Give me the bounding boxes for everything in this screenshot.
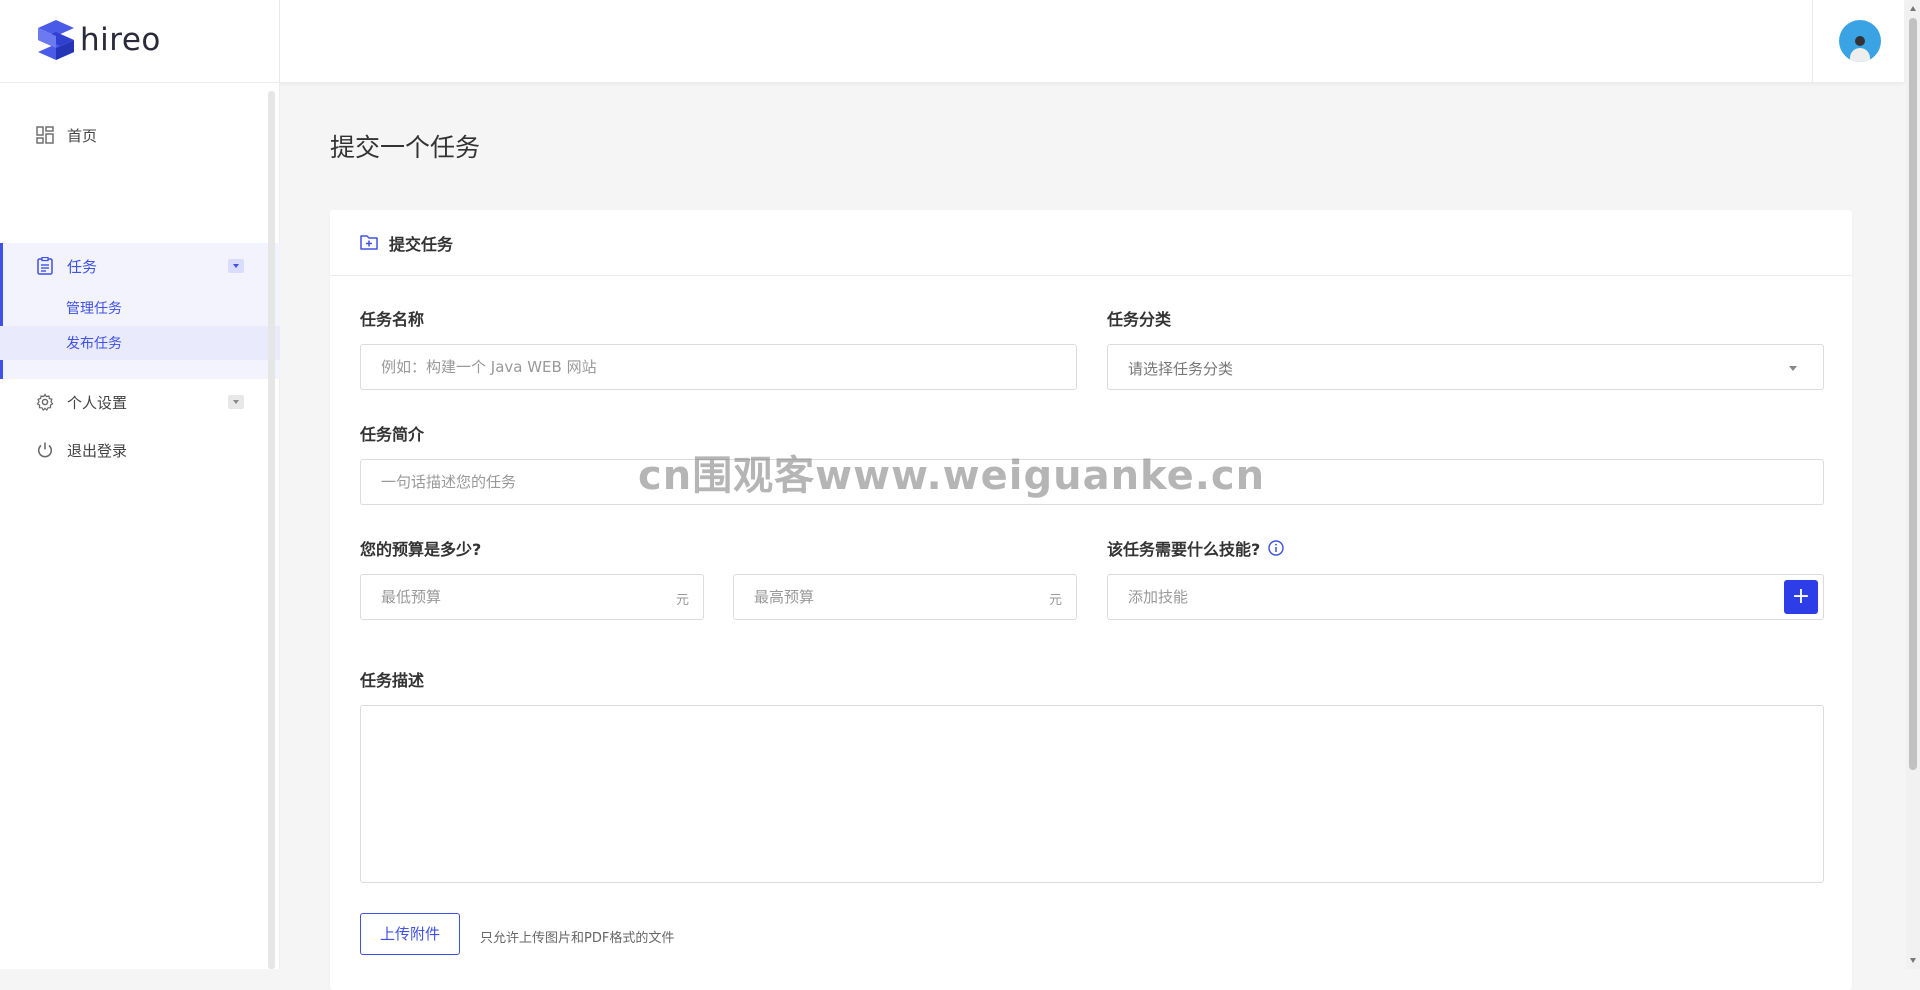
sidebar-scrollbar[interactable]: [268, 91, 275, 969]
task-description-textarea[interactable]: [361, 706, 1823, 882]
scroll-up-icon[interactable]: [1910, 6, 1916, 11]
task-description-field: [360, 705, 1824, 883]
page-scrollbar[interactable]: [1906, 0, 1920, 969]
clipboard-icon: [37, 257, 53, 275]
dashboard-icon: [36, 126, 54, 144]
top-header: hireo: [0, 0, 1904, 83]
card-title: 提交任务: [389, 235, 454, 254]
chevron-down-icon[interactable]: [228, 395, 244, 409]
hireo-logo-icon: [38, 20, 74, 60]
sidebar-subitem-manage-tasks[interactable]: 管理任务: [0, 291, 280, 325]
task-name-label: 任务名称: [360, 310, 425, 329]
scroll-down-icon[interactable]: [1910, 958, 1916, 963]
skills-input[interactable]: [1108, 575, 1823, 619]
folder-plus-icon: [360, 235, 378, 250]
sidebar-item-label: 个人设置: [67, 393, 128, 412]
budget-max-input[interactable]: [734, 575, 1076, 619]
avatar[interactable]: [1839, 20, 1881, 62]
sidebar-subitem-label: 管理任务: [66, 301, 122, 317]
chevron-down-icon[interactable]: [228, 259, 244, 273]
sidebar-subitem-label: 发布任务: [66, 336, 122, 352]
currency-suffix: 元: [675, 593, 689, 608]
logo[interactable]: hireo: [0, 0, 280, 82]
task-form-card: 提交任务 任务名称 任务分类 请选择任务分类 任务简介 您的预算是多少? 元 元…: [330, 210, 1852, 990]
sidebar-item-settings[interactable]: 个人设置: [0, 379, 268, 425]
task-description-label: 任务描述: [360, 671, 425, 690]
sidebar-item-label: 首页: [67, 126, 98, 145]
sidebar-item-tasks[interactable]: 任务: [0, 243, 268, 289]
page-title: 提交一个任务: [330, 133, 481, 162]
task-category-select[interactable]: 请选择任务分类: [1107, 344, 1824, 390]
task-name-input[interactable]: [361, 345, 1076, 389]
user-menu[interactable]: [1812, 0, 1904, 82]
budget-label: 您的预算是多少?: [360, 540, 482, 559]
task-category-placeholder: 请选择任务分类: [1128, 360, 1234, 378]
task-intro-label: 任务简介: [360, 425, 425, 444]
sidebar: 首页 任务 管理任务 发布任务 个人设置 退出登录: [0, 83, 280, 969]
task-name-field: [360, 344, 1077, 390]
budget-min-input[interactable]: [361, 575, 703, 619]
sidebar-item-label: 任务: [67, 257, 98, 276]
budget-min-field: 元: [360, 574, 704, 620]
task-category-label: 任务分类: [1107, 310, 1172, 329]
sidebar-item-label: 退出登录: [67, 441, 128, 460]
gear-icon: [36, 393, 54, 411]
sidebar-item-home[interactable]: 首页: [0, 112, 268, 158]
brand-name: hireo: [80, 22, 161, 58]
budget-max-field: 元: [733, 574, 1077, 620]
add-skill-button[interactable]: +: [1784, 580, 1818, 614]
currency-suffix: 元: [1048, 593, 1062, 608]
upload-attachment-button[interactable]: 上传附件: [360, 913, 460, 955]
power-icon: [37, 442, 53, 458]
sidebar-item-logout[interactable]: 退出登录: [0, 427, 268, 473]
sidebar-subitem-post-task[interactable]: 发布任务: [0, 326, 280, 360]
chevron-down-icon: [1789, 366, 1797, 371]
skills-label: 该任务需要什么技能?: [1107, 540, 1261, 559]
upload-hint: 只允许上传图片和PDF格式的文件: [480, 931, 675, 946]
skills-field: +: [1107, 574, 1824, 620]
watermark: cn围观客www.weiguanke.cn: [638, 453, 1266, 499]
scrollbar-thumb[interactable]: [1909, 18, 1917, 770]
info-icon[interactable]: [1268, 540, 1284, 556]
card-header: 提交任务: [330, 210, 1852, 276]
